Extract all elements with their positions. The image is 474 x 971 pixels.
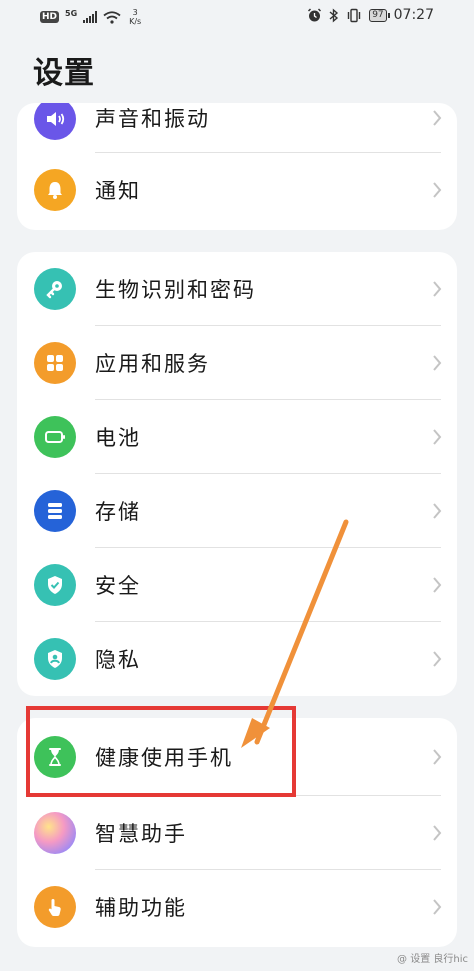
signal-icon [83, 11, 98, 23]
hand-pointer-icon [34, 886, 76, 928]
bell-icon [34, 169, 76, 211]
settings-group-1: 声音和振动 通知 [17, 103, 457, 230]
clock: 07:27 [393, 7, 434, 23]
settings-item-biometrics-password[interactable]: 生物识别和密码 [17, 252, 457, 326]
chevron-right-icon [433, 899, 442, 915]
settings-item-storage[interactable]: 存储 [17, 474, 457, 548]
chevron-right-icon [433, 651, 442, 667]
chevron-right-icon [433, 355, 442, 371]
settings-item-digital-balance[interactable]: 健康使用手机 [17, 718, 457, 796]
hd-badge: HD [40, 11, 60, 23]
shield-check-icon [34, 564, 76, 606]
settings-item-label: 安全 [95, 574, 141, 598]
privacy-shield-icon [34, 638, 76, 680]
network-type: 5G [65, 8, 78, 18]
chevron-right-icon [433, 825, 442, 841]
settings-item-label: 辅助功能 [95, 896, 187, 920]
assistant-orb-icon [34, 812, 76, 854]
settings-item-label: 生物识别和密码 [95, 278, 256, 302]
settings-item-label: 电池 [95, 426, 141, 450]
network-speed: 3 K/s [127, 8, 143, 26]
status-left: HD 5G 3 K/s [40, 8, 143, 26]
vibrate-icon [347, 8, 361, 22]
chevron-right-icon [433, 577, 442, 593]
status-bar: HD 5G 3 K/s 97 07:27 [0, 0, 474, 34]
hourglass-icon [34, 736, 76, 778]
settings-item-apps-services[interactable]: 应用和服务 [17, 326, 457, 400]
settings-item-label: 应用和服务 [95, 352, 210, 376]
settings-item-label: 通知 [95, 179, 141, 203]
settings-item-privacy[interactable]: 隐私 [17, 622, 457, 696]
apps-grid-icon [34, 342, 76, 384]
chevron-right-icon [433, 429, 442, 445]
settings-item-label: 健康使用手机 [95, 746, 233, 770]
settings-item-notifications[interactable]: 通知 [17, 153, 457, 227]
settings-group-2: 生物识别和密码 应用和服务 电池 存储 安全 隐私 [17, 252, 457, 696]
wifi-icon [103, 10, 121, 24]
settings-item-sound-vibration[interactable]: 声音和振动 [17, 103, 457, 153]
settings-item-battery[interactable]: 电池 [17, 400, 457, 474]
status-right: 97 07:27 [307, 7, 434, 23]
storage-icon [34, 490, 76, 532]
settings-item-security[interactable]: 安全 [17, 548, 457, 622]
settings-item-label: 存储 [95, 500, 141, 524]
battery-indicator: 97 [369, 8, 391, 22]
bluetooth-icon [329, 7, 339, 23]
settings-item-accessibility[interactable]: 辅助功能 [17, 870, 457, 944]
settings-item-label: 隐私 [95, 648, 141, 672]
page-title: 设置 [33, 56, 95, 91]
battery-icon [34, 416, 76, 458]
chevron-right-icon [433, 503, 442, 519]
settings-group-3: 健康使用手机 智慧助手 辅助功能 [17, 718, 457, 947]
chevron-right-icon [433, 110, 442, 126]
key-icon [34, 268, 76, 310]
settings-item-label: 声音和振动 [95, 107, 210, 131]
alarm-icon [308, 7, 322, 21]
settings-item-smart-assistant[interactable]: 智慧助手 [17, 796, 457, 870]
speed-unit: K/s [129, 17, 142, 26]
chevron-right-icon [433, 281, 442, 297]
speed-value: 3 [132, 8, 138, 17]
speaker-icon [34, 103, 76, 140]
chevron-right-icon [433, 749, 442, 765]
watermark: @ 设置 良行hic [397, 954, 468, 965]
settings-item-label: 智慧助手 [95, 822, 187, 846]
chevron-right-icon [433, 182, 442, 198]
